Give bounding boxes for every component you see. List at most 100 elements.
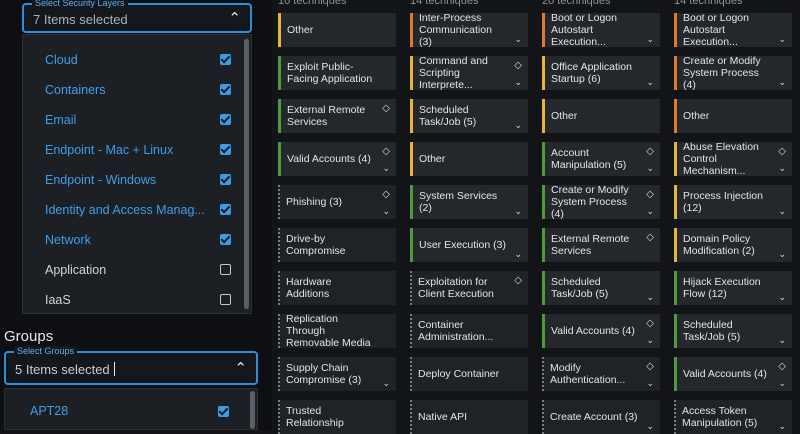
technique-label: Drive-by Compromise xyxy=(286,233,346,257)
chevron-down-icon[interactable]: ⌄ xyxy=(778,291,786,303)
technique-cell[interactable]: Valid Accounts (4) ◇ ⌄ xyxy=(674,357,792,391)
chevron-down-icon[interactable]: ⌄ xyxy=(514,248,522,260)
checkbox-checked-icon[interactable] xyxy=(220,174,231,185)
technique-cell[interactable]: Replication Through Removable Media xyxy=(278,313,396,349)
groups-select[interactable]: Select Groups 5 Items selected ⌃ xyxy=(4,346,258,385)
technique-cell[interactable]: Create Account (3) ⌄ xyxy=(542,400,660,434)
technique-cell[interactable]: Command and Scripting Interprete... ◇ ⌄ xyxy=(410,55,528,91)
security-layer-option[interactable]: Endpoint - Mac + Linux xyxy=(23,135,241,165)
technique-cell[interactable]: Phishing (3) ◇ ⌄ xyxy=(278,185,396,219)
chevron-down-icon[interactable]: ⌄ xyxy=(646,334,654,346)
checkbox-unchecked-icon[interactable] xyxy=(220,294,231,305)
chevron-down-icon[interactable]: ⌄ xyxy=(514,33,522,45)
technique-cell[interactable]: Other xyxy=(410,142,528,176)
chevron-down-icon[interactable]: ⌄ xyxy=(646,420,654,432)
chevron-down-icon[interactable]: ⌄ xyxy=(646,33,654,45)
technique-cell[interactable]: External Remote Services ◇ xyxy=(278,99,396,133)
technique-cell[interactable]: Account Manipulation (5) ◇ ⌄ xyxy=(542,142,660,176)
technique-cell[interactable]: External Remote Services ◇ xyxy=(542,228,660,262)
security-layer-option[interactable]: Network xyxy=(23,225,241,255)
technique-cell[interactable]: Valid Accounts (4) ◇ ⌄ xyxy=(278,142,396,176)
checkbox-checked-icon[interactable] xyxy=(220,234,231,245)
chevron-up-icon[interactable]: ⌃ xyxy=(228,9,241,27)
technique-label: Exploitation for Client Execution xyxy=(418,276,494,300)
technique-cell[interactable]: Scheduled Task/Job (5) ⌄ xyxy=(410,99,528,133)
checkbox-checked-icon[interactable] xyxy=(220,54,231,65)
security-layers-select[interactable]: Select Security Layers 7 Items selected … xyxy=(22,0,252,33)
technique-label: System Services (2) xyxy=(419,190,498,214)
technique-cell[interactable]: Other xyxy=(674,99,792,133)
chevron-down-icon[interactable]: ⌄ xyxy=(778,205,786,217)
chevron-down-icon[interactable]: ⌄ xyxy=(778,248,786,260)
security-layer-option[interactable]: Containers xyxy=(23,75,241,105)
technique-cell[interactable]: Other xyxy=(542,99,660,133)
technique-cell[interactable]: Hijack Execution Flow (12) ⌄ xyxy=(674,271,792,305)
security-layer-option-label: Cloud xyxy=(45,53,78,67)
technique-cell[interactable]: Other xyxy=(278,13,396,47)
group-option[interactable]: APT28 xyxy=(5,396,245,426)
chevron-down-icon[interactable]: ⌄ xyxy=(382,205,390,217)
technique-cell[interactable]: Modify Authentication... ◇ ⌄ xyxy=(542,357,660,391)
security-layer-option[interactable]: IaaS xyxy=(23,285,241,313)
scrollbar-thumb[interactable] xyxy=(250,391,255,429)
chevron-down-icon[interactable]: ⌄ xyxy=(382,377,390,389)
chevron-down-icon[interactable]: ⌄ xyxy=(778,162,786,174)
technique-cell[interactable]: Drive-by Compromise xyxy=(278,228,396,262)
chevron-down-icon[interactable]: ⌄ xyxy=(778,377,786,389)
technique-cell[interactable]: Process Injection (12) ⌄ xyxy=(674,185,792,219)
technique-cell[interactable]: Abuse Elevation Control Mechanism... ◇ ⌄ xyxy=(674,141,792,177)
checkbox-unchecked-icon[interactable] xyxy=(220,264,231,275)
technique-cell[interactable]: Native API xyxy=(410,400,528,434)
technique-cell[interactable]: Scheduled Task/Job (5) ⌄ xyxy=(542,271,660,305)
technique-cell[interactable]: Boot or Logon Autostart Execution... ⌄ xyxy=(674,12,792,48)
technique-cell[interactable]: Domain Policy Modification (2) ⌄ xyxy=(674,228,792,262)
technique-cell[interactable]: User Execution (3) ⌄ xyxy=(410,228,528,262)
checkbox-checked-icon[interactable] xyxy=(220,84,231,95)
technique-cell[interactable]: Boot or Logon Autostart Execution... ⌄ xyxy=(542,12,660,48)
technique-cell[interactable]: Trusted Relationship xyxy=(278,400,396,434)
chevron-down-icon[interactable]: ⌄ xyxy=(778,33,786,45)
security-layer-option[interactable]: Application xyxy=(23,255,241,285)
chevron-down-icon[interactable]: ⌄ xyxy=(646,162,654,174)
technique-cell[interactable]: Deploy Container xyxy=(410,357,528,391)
technique-cell[interactable]: Container Administration... xyxy=(410,314,528,348)
technique-cell[interactable]: Access Token Manipulation (5) ⌄ xyxy=(674,400,792,434)
technique-cell[interactable]: Create or Modify System Process (4) ⌄ xyxy=(674,55,792,91)
technique-cell[interactable]: Hardware Additions xyxy=(278,271,396,305)
scrollbar-thumb[interactable] xyxy=(244,39,249,309)
chevron-down-icon[interactable]: ⌄ xyxy=(646,377,654,389)
technique-cell[interactable]: Scheduled Task/Job (5) ⌄ xyxy=(674,314,792,348)
chevron-down-icon[interactable]: ⌄ xyxy=(778,334,786,346)
chevron-down-icon[interactable]: ⌄ xyxy=(646,205,654,217)
chevron-down-icon[interactable]: ⌄ xyxy=(514,205,522,217)
chevron-down-icon[interactable]: ⌄ xyxy=(514,76,522,88)
checkbox-checked-icon[interactable] xyxy=(220,114,231,125)
technique-cell[interactable]: Supply Chain Compromise (3) ⌄ xyxy=(278,357,396,391)
technique-cell[interactable]: Inter-Process Communication (3) ⌄ xyxy=(410,12,528,48)
technique-cell[interactable]: Exploitation for Client Execution ◇ xyxy=(410,271,528,305)
technique-count-header: 14 techniques xyxy=(674,0,743,7)
chevron-down-icon[interactable]: ⌄ xyxy=(646,76,654,88)
security-layer-option[interactable]: Endpoint - Windows xyxy=(23,165,241,195)
technique-cell[interactable]: Office Application Startup (6) ⌄ xyxy=(542,56,660,90)
chevron-down-icon[interactable]: ⌄ xyxy=(778,76,786,88)
checkbox-checked-icon[interactable] xyxy=(218,406,229,417)
checkbox-checked-icon[interactable] xyxy=(220,144,231,155)
chevron-up-icon[interactable]: ⌃ xyxy=(234,359,247,377)
technique-label: Trusted Relationship xyxy=(286,405,344,429)
chevron-down-icon[interactable]: ⌄ xyxy=(646,291,654,303)
groups-select-value[interactable]: 5 Items selected xyxy=(15,362,115,377)
chevron-down-icon[interactable]: ⌄ xyxy=(382,162,390,174)
chevron-down-icon[interactable]: ⌄ xyxy=(778,420,786,432)
chevron-down-icon[interactable]: ⌄ xyxy=(514,119,522,131)
checkbox-checked-icon[interactable] xyxy=(220,204,231,215)
security-layer-option[interactable]: Email xyxy=(23,105,241,135)
technique-cell[interactable]: System Services (2) ⌄ xyxy=(410,185,528,219)
technique-label: External Remote Services xyxy=(551,233,630,257)
technique-cell[interactable]: Valid Accounts (4) ◇ ⌄ xyxy=(542,314,660,348)
technique-cell[interactable]: Create or Modify System Process (4) ◇ ⌄ xyxy=(542,184,660,220)
security-layer-option[interactable]: Cloud xyxy=(23,45,241,75)
technique-cell[interactable]: Exploit Public-Facing Application xyxy=(278,56,396,90)
security-layer-option[interactable]: Identity and Access Manag... xyxy=(23,195,241,225)
technique-label: Domain Policy Modification (2) xyxy=(683,233,755,257)
